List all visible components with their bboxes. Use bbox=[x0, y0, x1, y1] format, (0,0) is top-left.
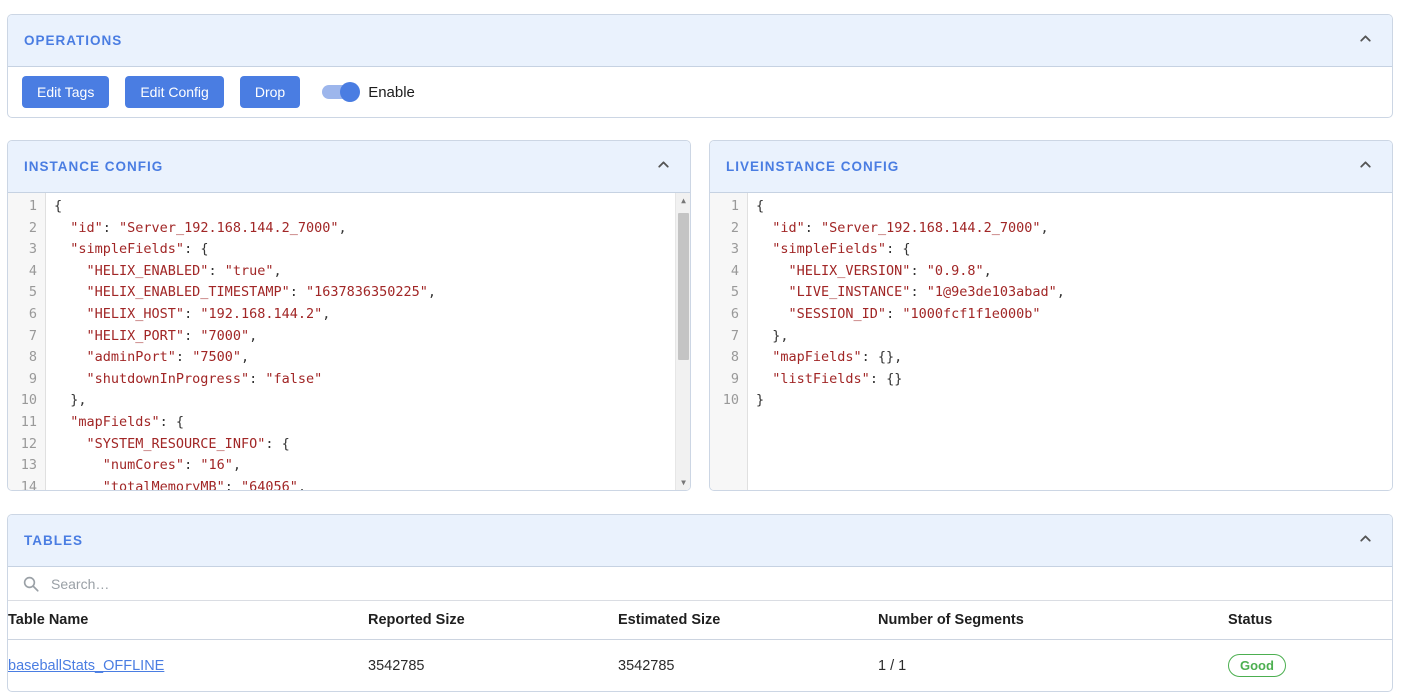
instance-config-title: INSTANCE CONFIG bbox=[24, 159, 163, 174]
code-line: 4 "HELIX_ENABLED": "true", bbox=[8, 261, 690, 283]
code-line: 13 "numCores": "16", bbox=[8, 455, 690, 477]
toggle-thumb bbox=[340, 82, 360, 102]
code-line: 7 }, bbox=[710, 326, 1392, 348]
code-line: 11 "mapFields": { bbox=[8, 412, 690, 434]
tables-table: Table Name Reported Size Estimated Size … bbox=[8, 601, 1392, 691]
code-line: 12 "SYSTEM_RESOURCE_INFO": { bbox=[8, 434, 690, 456]
code-line: 6 "HELIX_HOST": "192.168.144.2", bbox=[8, 304, 690, 326]
edit-tags-button[interactable]: Edit Tags bbox=[22, 76, 109, 108]
code-line: 9 "listFields": {} bbox=[710, 369, 1392, 391]
code-line: 5 "LIVE_INSTANCE": "1@9e3de103abad", bbox=[710, 282, 1392, 304]
column-header-status[interactable]: Status bbox=[1228, 601, 1392, 640]
column-header-reported-size[interactable]: Reported Size bbox=[368, 601, 618, 640]
table-row: baseballStats_OFFLINE 3542785 3542785 1 … bbox=[8, 640, 1392, 692]
code-line: 3 "simpleFields": { bbox=[8, 239, 690, 261]
code-line: 8 "adminPort": "7500", bbox=[8, 347, 690, 369]
code-line: 8 "mapFields": {}, bbox=[710, 347, 1392, 369]
code-line: 10 }, bbox=[8, 390, 690, 412]
operations-panel: OPERATIONS Edit Tags Edit Config Drop En… bbox=[7, 14, 1393, 118]
edit-config-button[interactable]: Edit Config bbox=[125, 76, 223, 108]
chevron-up-icon bbox=[655, 156, 672, 178]
code-line: 6 "SESSION_ID": "1000fcf1f1e000b" bbox=[710, 304, 1392, 326]
scroll-down-arrow-icon[interactable]: ▼ bbox=[676, 475, 690, 490]
estimated-size-cell: 3542785 bbox=[618, 640, 878, 692]
column-header-estimated-size[interactable]: Estimated Size bbox=[618, 601, 878, 640]
enable-toggle-label: Enable bbox=[368, 84, 415, 101]
chevron-up-icon bbox=[1357, 530, 1374, 552]
scroll-up-arrow-icon[interactable]: ▲ bbox=[676, 193, 690, 208]
liveinstance-config-header: LIVEINSTANCE CONFIG bbox=[710, 141, 1392, 193]
code-line: 2 "id": "Server_192.168.144.2_7000", bbox=[710, 218, 1392, 240]
code-line: 10} bbox=[710, 390, 1392, 412]
scrollbar[interactable]: ▲ ▼ bbox=[675, 193, 690, 490]
table-name-link[interactable]: baseballStats_OFFLINE bbox=[8, 658, 164, 674]
code-line: 4 "HELIX_VERSION": "0.9.8", bbox=[710, 261, 1392, 283]
tables-search-row bbox=[8, 567, 1392, 601]
segments-cell: 1 / 1 bbox=[878, 640, 1228, 692]
column-header-table-name[interactable]: Table Name bbox=[8, 601, 368, 640]
code-line: 7 "HELIX_PORT": "7000", bbox=[8, 326, 690, 348]
operations-panel-header: OPERATIONS bbox=[8, 15, 1392, 67]
config-panels-row: INSTANCE CONFIG ▲ ▼ 1{2 "id": "Server_19… bbox=[7, 140, 1393, 491]
chevron-up-icon bbox=[1357, 30, 1374, 52]
table-header-row: Table Name Reported Size Estimated Size … bbox=[8, 601, 1392, 640]
code-line: 3 "simpleFields": { bbox=[710, 239, 1392, 261]
operations-panel-title: OPERATIONS bbox=[24, 33, 122, 48]
instance-config-header: INSTANCE CONFIG bbox=[8, 141, 690, 193]
code-line: 14 "totalMemoryMB": "64056", bbox=[8, 477, 690, 490]
code-line: 9 "shutdownInProgress": "false" bbox=[8, 369, 690, 391]
liveinstance-config-panel: LIVEINSTANCE CONFIG 1{2 "id": "Server_19… bbox=[709, 140, 1393, 491]
liveinstance-config-collapse-button[interactable] bbox=[1357, 156, 1374, 178]
search-icon bbox=[22, 575, 40, 593]
tables-panel-header: TABLES bbox=[8, 515, 1392, 567]
column-header-number-of-segments[interactable]: Number of Segments bbox=[878, 601, 1228, 640]
enable-toggle[interactable] bbox=[322, 82, 358, 102]
code-line: 5 "HELIX_ENABLED_TIMESTAMP": "1637836350… bbox=[8, 282, 690, 304]
drop-button[interactable]: Drop bbox=[240, 76, 300, 108]
instance-config-code-editor[interactable]: ▲ ▼ 1{2 "id": "Server_192.168.144.2_7000… bbox=[8, 193, 690, 490]
tables-search-input[interactable] bbox=[51, 576, 1378, 592]
chevron-up-icon bbox=[1357, 156, 1374, 178]
operations-collapse-button[interactable] bbox=[1357, 30, 1374, 52]
tables-panel: TABLES Table Name Reported Size Estimate… bbox=[7, 514, 1393, 692]
liveinstance-config-title: LIVEINSTANCE CONFIG bbox=[726, 159, 899, 174]
page: OPERATIONS Edit Tags Edit Config Drop En… bbox=[0, 0, 1402, 692]
code-line: 1{ bbox=[8, 196, 690, 218]
scrollbar-thumb[interactable] bbox=[678, 213, 689, 360]
code-line: 2 "id": "Server_192.168.144.2_7000", bbox=[8, 218, 690, 240]
instance-config-collapse-button[interactable] bbox=[655, 156, 672, 178]
operations-body: Edit Tags Edit Config Drop Enable bbox=[8, 67, 1392, 117]
status-badge: Good bbox=[1228, 654, 1286, 677]
tables-collapse-button[interactable] bbox=[1357, 530, 1374, 552]
tables-panel-title: TABLES bbox=[24, 533, 83, 548]
liveinstance-config-code-editor[interactable]: 1{2 "id": "Server_192.168.144.2_7000",3 … bbox=[710, 193, 1392, 490]
code-line: 1{ bbox=[710, 196, 1392, 218]
instance-config-panel: INSTANCE CONFIG ▲ ▼ 1{2 "id": "Server_19… bbox=[7, 140, 691, 491]
reported-size-cell: 3542785 bbox=[368, 640, 618, 692]
